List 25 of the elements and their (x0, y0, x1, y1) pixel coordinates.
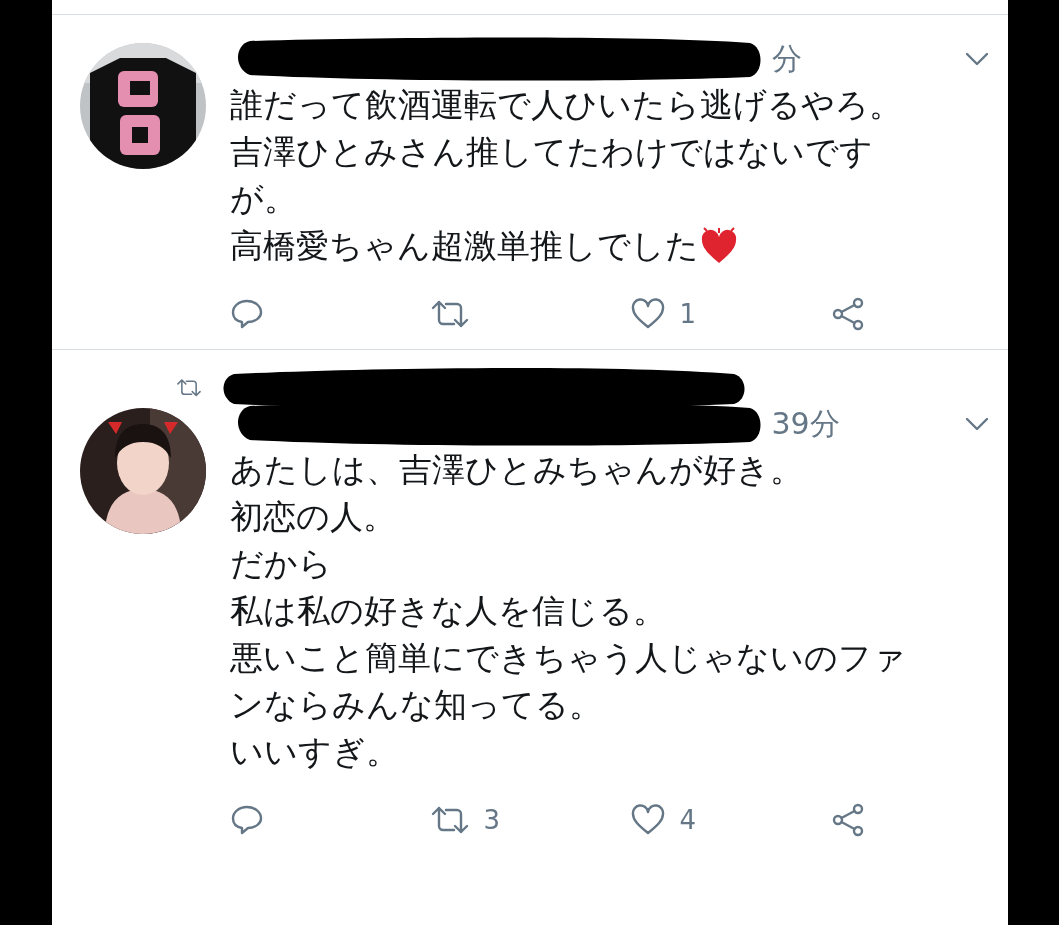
like-count: 4 (679, 805, 697, 835)
tweet-time: 分 (771, 39, 802, 78)
reply-icon[interactable] (229, 804, 264, 836)
tweet-time: 39分 (771, 404, 840, 443)
tweet-text-line: 初恋の人。 (229, 496, 396, 538)
tweet-text-line: ンならみんな知ってる。 (229, 684, 602, 726)
heart-icon[interactable] (629, 298, 666, 330)
tweet-text-line: だから (229, 543, 332, 585)
retweet-count: 3 (483, 805, 501, 835)
tweet-text-line: いいすぎ。 (229, 731, 399, 773)
tweet-text-line: が。 (229, 178, 297, 220)
reply-icon[interactable] (229, 298, 264, 330)
tweet-text-line: 悪いこと簡単にできちゃう人じゃないのファ (229, 637, 906, 679)
tweet-text-line: 高橋愛ちゃん超激単推しでした (229, 225, 699, 267)
retweet-icon[interactable] (429, 805, 470, 835)
like-count: 1 (679, 299, 697, 329)
tweet-text-line: 吉澤ひとみさん推してたわけではないです (229, 131, 873, 173)
retweet-icon[interactable] (429, 299, 470, 329)
chevron-down-icon[interactable] (963, 51, 990, 67)
tweet-text-line: 私は私の好きな人を信じる。 (229, 590, 666, 632)
retweet-icon[interactable] (175, 378, 202, 398)
chevron-down-icon[interactable] (963, 416, 990, 432)
heart-icon[interactable] (629, 804, 666, 836)
tweet-text-line: 誰だって飲酒運転で人ひいたら逃げるやろ。 (229, 84, 902, 126)
tweet-text-line: あたしは、吉澤ひとみちゃんが好き。 (229, 449, 803, 491)
